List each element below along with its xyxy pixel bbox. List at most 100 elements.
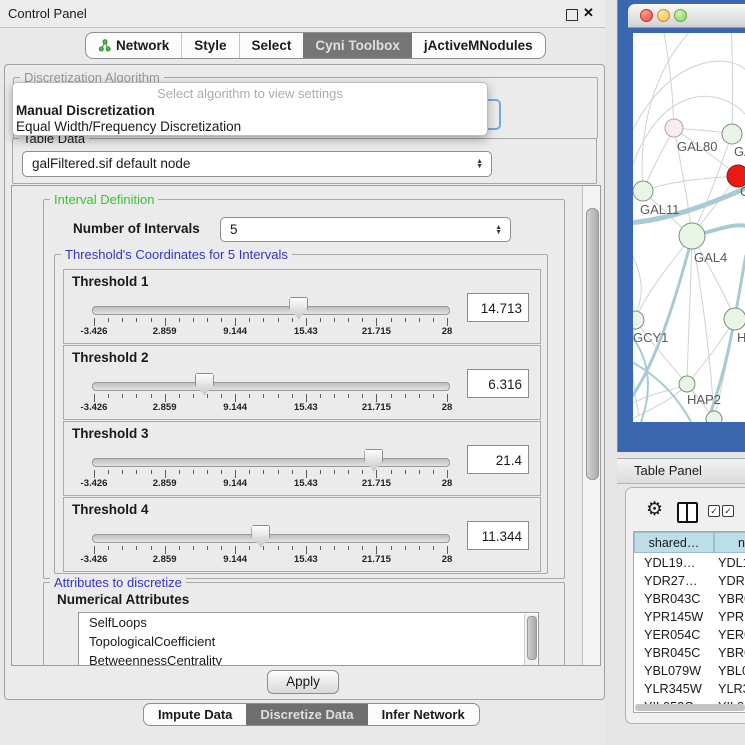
- tab-discretize-data[interactable]: Discretize Data: [246, 704, 367, 725]
- scrollbar-thumb[interactable]: [586, 208, 599, 480]
- top-tab-bar: Network Style Select Cyni Toolbox jActiveMNo…: [85, 32, 546, 59]
- tab-label: Select: [252, 38, 292, 53]
- cell-shared-name: YBR045C: [644, 644, 700, 662]
- network-edge-highlighted: [633, 332, 648, 422]
- tick-label: 9.144: [210, 478, 260, 489]
- threshold-value-field[interactable]: 11.344: [467, 521, 529, 550]
- threshold-label: Threshold 4: [72, 502, 149, 517]
- network-node[interactable]: [633, 311, 644, 329]
- tick-label: 15.43: [281, 554, 331, 565]
- attribute-item[interactable]: SelfLoops: [79, 613, 538, 632]
- network-node[interactable]: [722, 124, 742, 144]
- control-panel: Control Panel ✕ NetworkStyleSelectCyni T…: [0, 0, 605, 745]
- tick-label: -3.426: [69, 554, 119, 565]
- tab-select[interactable]: Select: [240, 33, 304, 58]
- scrollbar-thumb[interactable]: [635, 704, 745, 711]
- tab-infer-network[interactable]: Infer Network: [368, 704, 479, 725]
- network-node[interactable]: [633, 181, 653, 201]
- tick-label: 9.144: [210, 554, 260, 565]
- column-header-shared-name[interactable]: shared…: [634, 532, 714, 553]
- node-table: shared… na YDL19…YDL1YDR27…YDR2YBR043CYB…: [633, 531, 745, 713]
- algorithm-option-equal-width[interactable]: Equal Width/Frequency Discretization: [16, 119, 241, 134]
- algorithm-hint-item[interactable]: Select algorithm to view settings: [13, 86, 487, 101]
- table-row[interactable]: YBR045C YBR0: [634, 644, 745, 662]
- network-node[interactable]: [706, 411, 722, 422]
- cell-name: YBR0: [718, 644, 745, 662]
- threshold-slider-track[interactable]: [92, 458, 450, 467]
- threshold-3-box: Threshold 3-3.4262.8599.14415.4321.71528…: [63, 421, 541, 496]
- network-canvas[interactable]: GAL80GACGAL11GAL4GCY1HHAP2: [633, 33, 745, 422]
- settings-scrollbar[interactable]: [582, 186, 601, 665]
- threshold-4-box: Threshold 4-3.4262.8599.14415.4321.71528…: [63, 497, 541, 572]
- table-hscrollbar[interactable]: [635, 704, 745, 711]
- network-tab-icon: [98, 39, 111, 52]
- algorithm-option-manual[interactable]: Manual Discretization: [16, 103, 155, 118]
- threshold-slider-track[interactable]: [92, 382, 450, 391]
- threshold-label: Threshold 2: [72, 350, 149, 365]
- column-header-name[interactable]: na: [714, 532, 745, 553]
- table-row[interactable]: YPR145WYPR1: [634, 608, 745, 626]
- apply-button[interactable]: Apply: [267, 670, 339, 694]
- cell-name: YDR2: [718, 572, 745, 590]
- table-data-combobox[interactable]: galFiltered.sif default node ▲▼: [22, 151, 492, 177]
- threshold-value-field[interactable]: 6.316: [467, 369, 529, 398]
- checkbox-icon[interactable]: ✓: [708, 505, 720, 517]
- tab-label: jActiveMNodules: [424, 38, 533, 53]
- float-window-icon[interactable]: [566, 9, 578, 21]
- thresholds-group: Threshold's Coordinates for 5 Intervals …: [54, 254, 548, 574]
- tab-style[interactable]: Style: [182, 33, 239, 58]
- scrollbar-thumb[interactable]: [527, 616, 537, 660]
- mac-zoom-icon[interactable]: [674, 9, 687, 22]
- checkbox-icon[interactable]: ✓: [722, 505, 734, 517]
- numerical-attributes-list[interactable]: SelfLoopsTopologicalCoefficientBetweenne…: [78, 612, 539, 666]
- attribute-item[interactable]: TopologicalCoefficient: [79, 632, 538, 651]
- cell-name: YER0: [718, 626, 745, 644]
- table-row[interactable]: YBL079WYBL0: [634, 662, 745, 680]
- table-row[interactable]: YDL19…YDL1: [634, 554, 745, 572]
- network-edge: [635, 236, 692, 320]
- table-row[interactable]: YLR345WYLR3: [634, 680, 745, 698]
- threshold-value-field[interactable]: 14.713: [467, 293, 529, 322]
- cell-name: YLR3: [718, 680, 745, 698]
- threshold-slider-thumb[interactable]: [364, 449, 383, 471]
- mac-close-icon[interactable]: [640, 9, 653, 22]
- threshold-slider-thumb[interactable]: [195, 373, 214, 395]
- table-row[interactable]: YDR27…YDR2: [634, 572, 745, 590]
- threshold-slider-track[interactable]: [92, 534, 450, 543]
- screen: Control Panel ✕ NetworkStyleSelectCyni T…: [0, 0, 745, 745]
- network-edge: [643, 128, 674, 191]
- columns-icon[interactable]: [677, 502, 698, 523]
- tab-network[interactable]: Network: [86, 33, 182, 58]
- network-node[interactable]: [724, 308, 745, 330]
- numerical-attributes-label: Numerical Attributes: [57, 592, 189, 607]
- attributes-group-label: Attributes to discretize: [50, 575, 186, 590]
- table-data-value: galFiltered.sif default node: [32, 156, 190, 171]
- attributes-scrollbar[interactable]: [524, 614, 537, 666]
- attribute-item[interactable]: BetweennessCentrality: [79, 651, 538, 666]
- tab-jactivemnodules[interactable]: jActiveMNodules: [412, 33, 545, 58]
- tab-impute-data[interactable]: Impute Data: [144, 704, 246, 725]
- mac-minimize-icon[interactable]: [657, 9, 670, 22]
- threshold-slider-thumb[interactable]: [289, 297, 308, 319]
- node-label-gal4: GAL4: [694, 250, 727, 265]
- tick-label: 21.715: [351, 402, 401, 413]
- tick-label: 2.859: [140, 478, 190, 489]
- cell-shared-name: YDL19…: [644, 554, 695, 572]
- table-row[interactable]: YBR043CYBR0: [634, 590, 745, 608]
- threshold-value-field[interactable]: 21.4: [467, 445, 529, 474]
- close-icon[interactable]: ✕: [583, 5, 594, 21]
- tick-label: 28: [422, 478, 472, 489]
- network-edge: [731, 33, 733, 134]
- network-node[interactable]: [679, 223, 705, 249]
- tab-label: Network: [116, 38, 169, 53]
- cell-shared-name: YER054C: [644, 626, 700, 644]
- tab-cyni-toolbox[interactable]: Cyni Toolbox: [303, 33, 412, 58]
- table-row[interactable]: YER054C YER0: [634, 626, 745, 644]
- network-node[interactable]: [679, 376, 695, 392]
- gear-icon[interactable]: ⚙: [646, 498, 663, 521]
- threshold-slider-track[interactable]: [92, 306, 450, 315]
- threshold-slider-thumb[interactable]: [251, 525, 270, 547]
- node-label-hap2: HAP2: [687, 392, 721, 407]
- num-intervals-combobox[interactable]: 5 ▲▼: [220, 217, 511, 242]
- network-node[interactable]: [665, 119, 683, 137]
